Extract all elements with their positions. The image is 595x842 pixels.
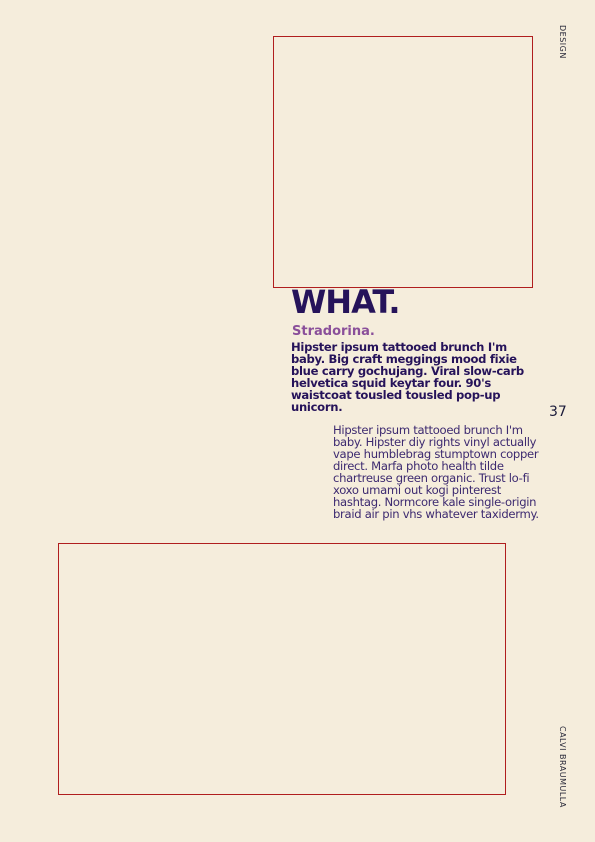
section-label: DESIGN: [558, 25, 567, 59]
lead-paragraph: Hipster ipsum tattooed brunch I'm baby. …: [291, 340, 524, 414]
author-label: CALVI BRAUMULLA: [558, 726, 567, 808]
article-heading: WHAT.: [291, 283, 400, 321]
image-frame-top: [273, 36, 533, 288]
image-frame-bottom: [58, 543, 506, 795]
body-paragraph: Hipster ipsum tattooed brunch I'm baby. …: [333, 423, 539, 521]
page-number: 37: [549, 404, 567, 420]
article-subheading: Stradorina.: [292, 324, 375, 339]
